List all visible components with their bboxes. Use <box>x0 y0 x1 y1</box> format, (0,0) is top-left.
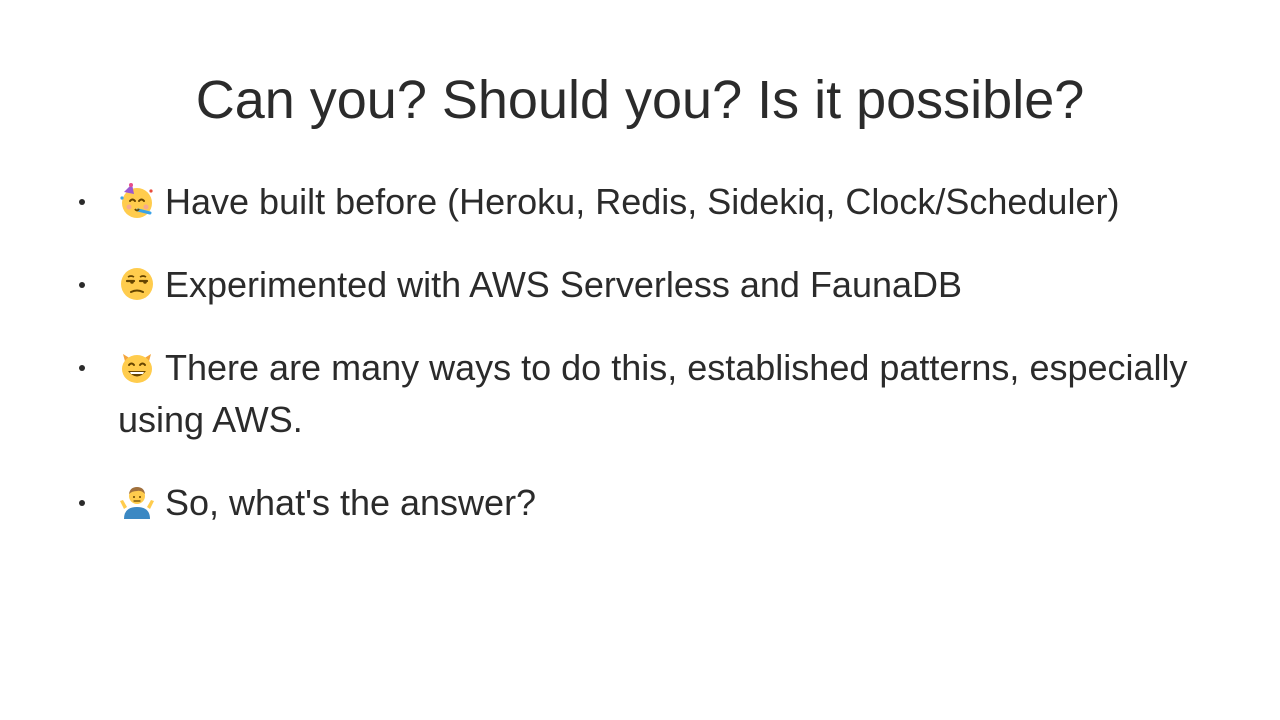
bullet-text: Have built before (Heroku, Redis, Sideki… <box>165 181 1120 222</box>
slide-title: Can you? Should you? Is it possible? <box>195 70 1085 130</box>
partying-face-icon <box>118 182 156 220</box>
bullet-dot <box>79 199 85 205</box>
bullet-text: Experimented with AWS Serverless and Fau… <box>165 264 963 305</box>
bullet-text: So, what's the answer? <box>165 482 537 523</box>
bullet-item-many-ways: There are many ways to do this, establis… <box>76 342 1236 446</box>
slide: Can you? Should you? Is it possible? Hav… <box>0 0 1280 720</box>
grinning-cat-icon <box>118 348 156 386</box>
bullet-dot <box>79 500 85 506</box>
bullet-dot <box>79 282 85 288</box>
bullet-text: There are many ways to do this, establis… <box>118 347 1188 440</box>
unamused-face-icon <box>118 265 156 303</box>
bullet-item-experimented: Experimented with AWS Serverless and Fau… <box>76 259 1236 311</box>
bullet-item-answer: So, what's the answer? <box>76 477 1236 529</box>
bullet-dot <box>79 365 85 371</box>
bullet-item-built-before: Have built before (Heroku, Redis, Sideki… <box>76 176 1236 228</box>
person-shrugging-icon <box>118 483 156 521</box>
bullet-list: Have built before (Heroku, Redis, Sideki… <box>76 176 1236 560</box>
